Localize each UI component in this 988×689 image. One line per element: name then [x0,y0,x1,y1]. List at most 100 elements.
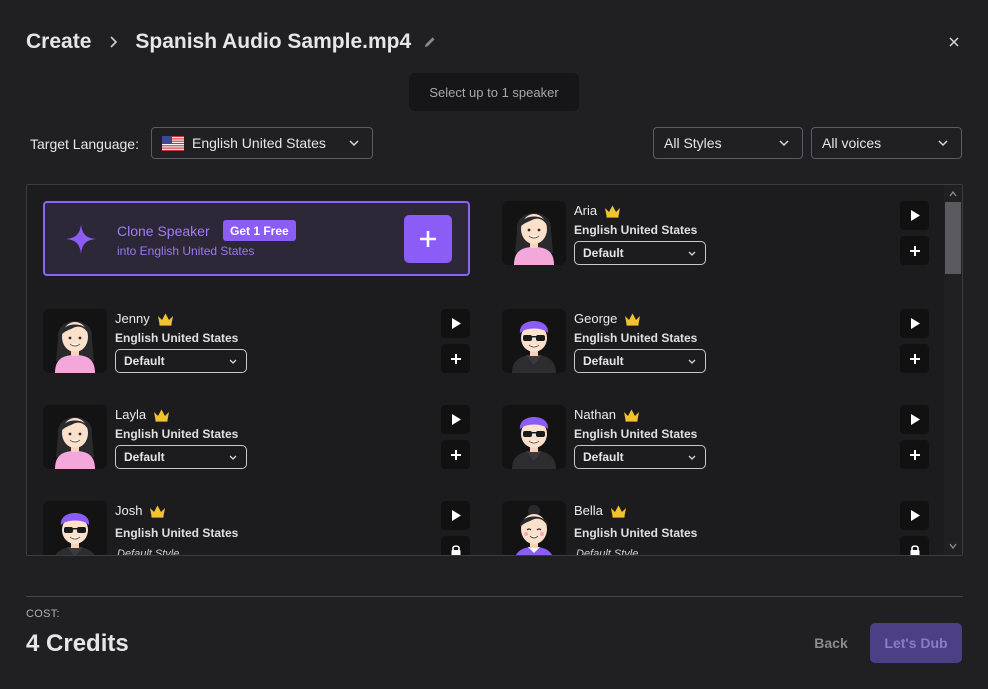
play-button[interactable] [441,309,470,338]
voice-card-bella[interactable]: Bella English United States Default Styl… [502,501,932,556]
voice-name: Nathan [574,407,640,422]
voice-name: George [574,311,641,326]
play-button[interactable] [900,201,929,230]
chevron-down-icon [229,359,237,364]
voice-name: Aria [574,203,621,218]
breadcrumb-create[interactable]: Create [26,30,91,54]
play-icon [451,414,461,425]
add-voice-button[interactable] [900,440,929,469]
play-icon [451,318,461,329]
clone-speaker-card[interactable]: Clone Speaker Get 1 Free into English Un… [43,201,470,276]
add-voice-button[interactable] [900,344,929,373]
voice-name-text: Bella [574,503,603,518]
voice-language: English United States [115,526,239,540]
add-voice-button[interactable] [441,440,470,469]
voice-card-aria[interactable]: Aria English United States Default [502,201,932,269]
plus-icon [909,245,920,256]
close-icon[interactable] [944,32,964,52]
avatar [502,501,566,555]
voice-card-george[interactable]: George English United States Default [502,309,932,377]
voices-filter-value: All voices [822,135,882,151]
pencil-icon[interactable] [421,33,439,51]
play-icon [910,414,920,425]
voice-language: English United States [574,331,698,345]
voice-style-select[interactable]: Default [115,445,247,469]
voice-card-josh[interactable]: Josh English United States Default Style [43,501,473,556]
play-button[interactable] [441,405,470,434]
add-voice-button[interactable] [900,236,929,265]
avatar [502,201,566,265]
play-icon [910,210,920,221]
cost-label: COST: [26,608,60,620]
scrollbar-thumb[interactable] [945,202,961,274]
voice-name: Layla [115,407,170,422]
target-language-label: Target Language: [30,136,139,152]
avatar [502,405,566,469]
voice-name-text: Jenny [115,311,150,326]
play-button[interactable] [900,309,929,338]
voice-name: Josh [115,503,166,518]
voice-language: English United States [574,427,698,441]
locked-voice-button[interactable] [900,536,929,555]
crown-icon [610,505,626,518]
plus-icon [450,353,461,364]
styles-filter-select[interactable]: All Styles [653,127,803,159]
chevron-down-icon [229,455,237,460]
plus-icon [909,353,920,364]
voice-card-jenny[interactable]: Jenny English United States Default [43,309,473,377]
voice-style-select[interactable]: Default [574,349,706,373]
play-button[interactable] [441,501,470,530]
voice-style-value: Default [124,450,165,464]
avatar [502,309,566,373]
speaker-limit-hint: Select up to 1 speaker [409,73,579,111]
voice-name: Bella [574,503,627,518]
clone-speaker-add-button[interactable] [404,215,452,263]
chevron-down-icon [688,455,696,460]
avatar [43,501,107,555]
clone-speaker-subtitle: into English United States [117,244,255,258]
voice-name-text: George [574,311,618,326]
target-language-select[interactable]: English United States [151,127,373,159]
lets-dub-button[interactable]: Let's Dub [870,623,962,663]
voice-style-select[interactable]: Default [574,445,706,469]
scrollbar[interactable] [944,185,962,555]
crown-icon [605,205,621,218]
voice-name-text: Josh [115,503,143,518]
chevron-right-icon [101,30,125,54]
sparkle-icon [66,224,96,254]
voice-card-nathan[interactable]: Nathan English United States Default [502,405,932,473]
plus-icon [420,231,436,247]
speaker-list[interactable]: Clone Speaker Get 1 Free into English Un… [26,184,963,556]
chevron-down-icon [349,140,359,147]
chevron-down-icon [688,251,696,256]
add-voice-button[interactable] [441,344,470,373]
voice-name: Jenny [115,311,174,326]
free-badge: Get 1 Free [223,220,296,241]
voice-name-text: Layla [115,407,147,422]
locked-voice-button[interactable] [441,536,470,555]
file-name-title: Spanish Audio Sample.mp4 [135,30,412,53]
voice-style-value: Default [583,354,624,368]
crown-icon [154,409,170,422]
voice-style-select[interactable]: Default [115,349,247,373]
chevron-down-icon [688,359,696,364]
breadcrumb: Create Spanish Audio Sample.mp4 [26,30,439,54]
voice-style-label: Default Style [117,548,180,556]
avatar [43,405,107,469]
target-language-value: English United States [192,135,326,151]
voices-filter-select[interactable]: All voices [811,127,962,159]
voice-style-select[interactable]: Default [574,241,706,265]
us-flag-icon [162,135,184,151]
play-button[interactable] [900,405,929,434]
play-button[interactable] [900,501,929,530]
chevron-down-icon[interactable] [948,541,958,551]
voice-card-layla[interactable]: Layla English United States Default [43,405,473,473]
chevron-up-icon[interactable] [948,189,958,199]
styles-filter-value: All Styles [664,135,722,151]
back-button[interactable]: Back [804,624,858,662]
plus-icon [450,449,461,460]
plus-icon [909,449,920,460]
voice-style-label: Default Style [576,548,639,556]
crown-icon [623,409,639,422]
voice-language: English United States [574,223,698,237]
